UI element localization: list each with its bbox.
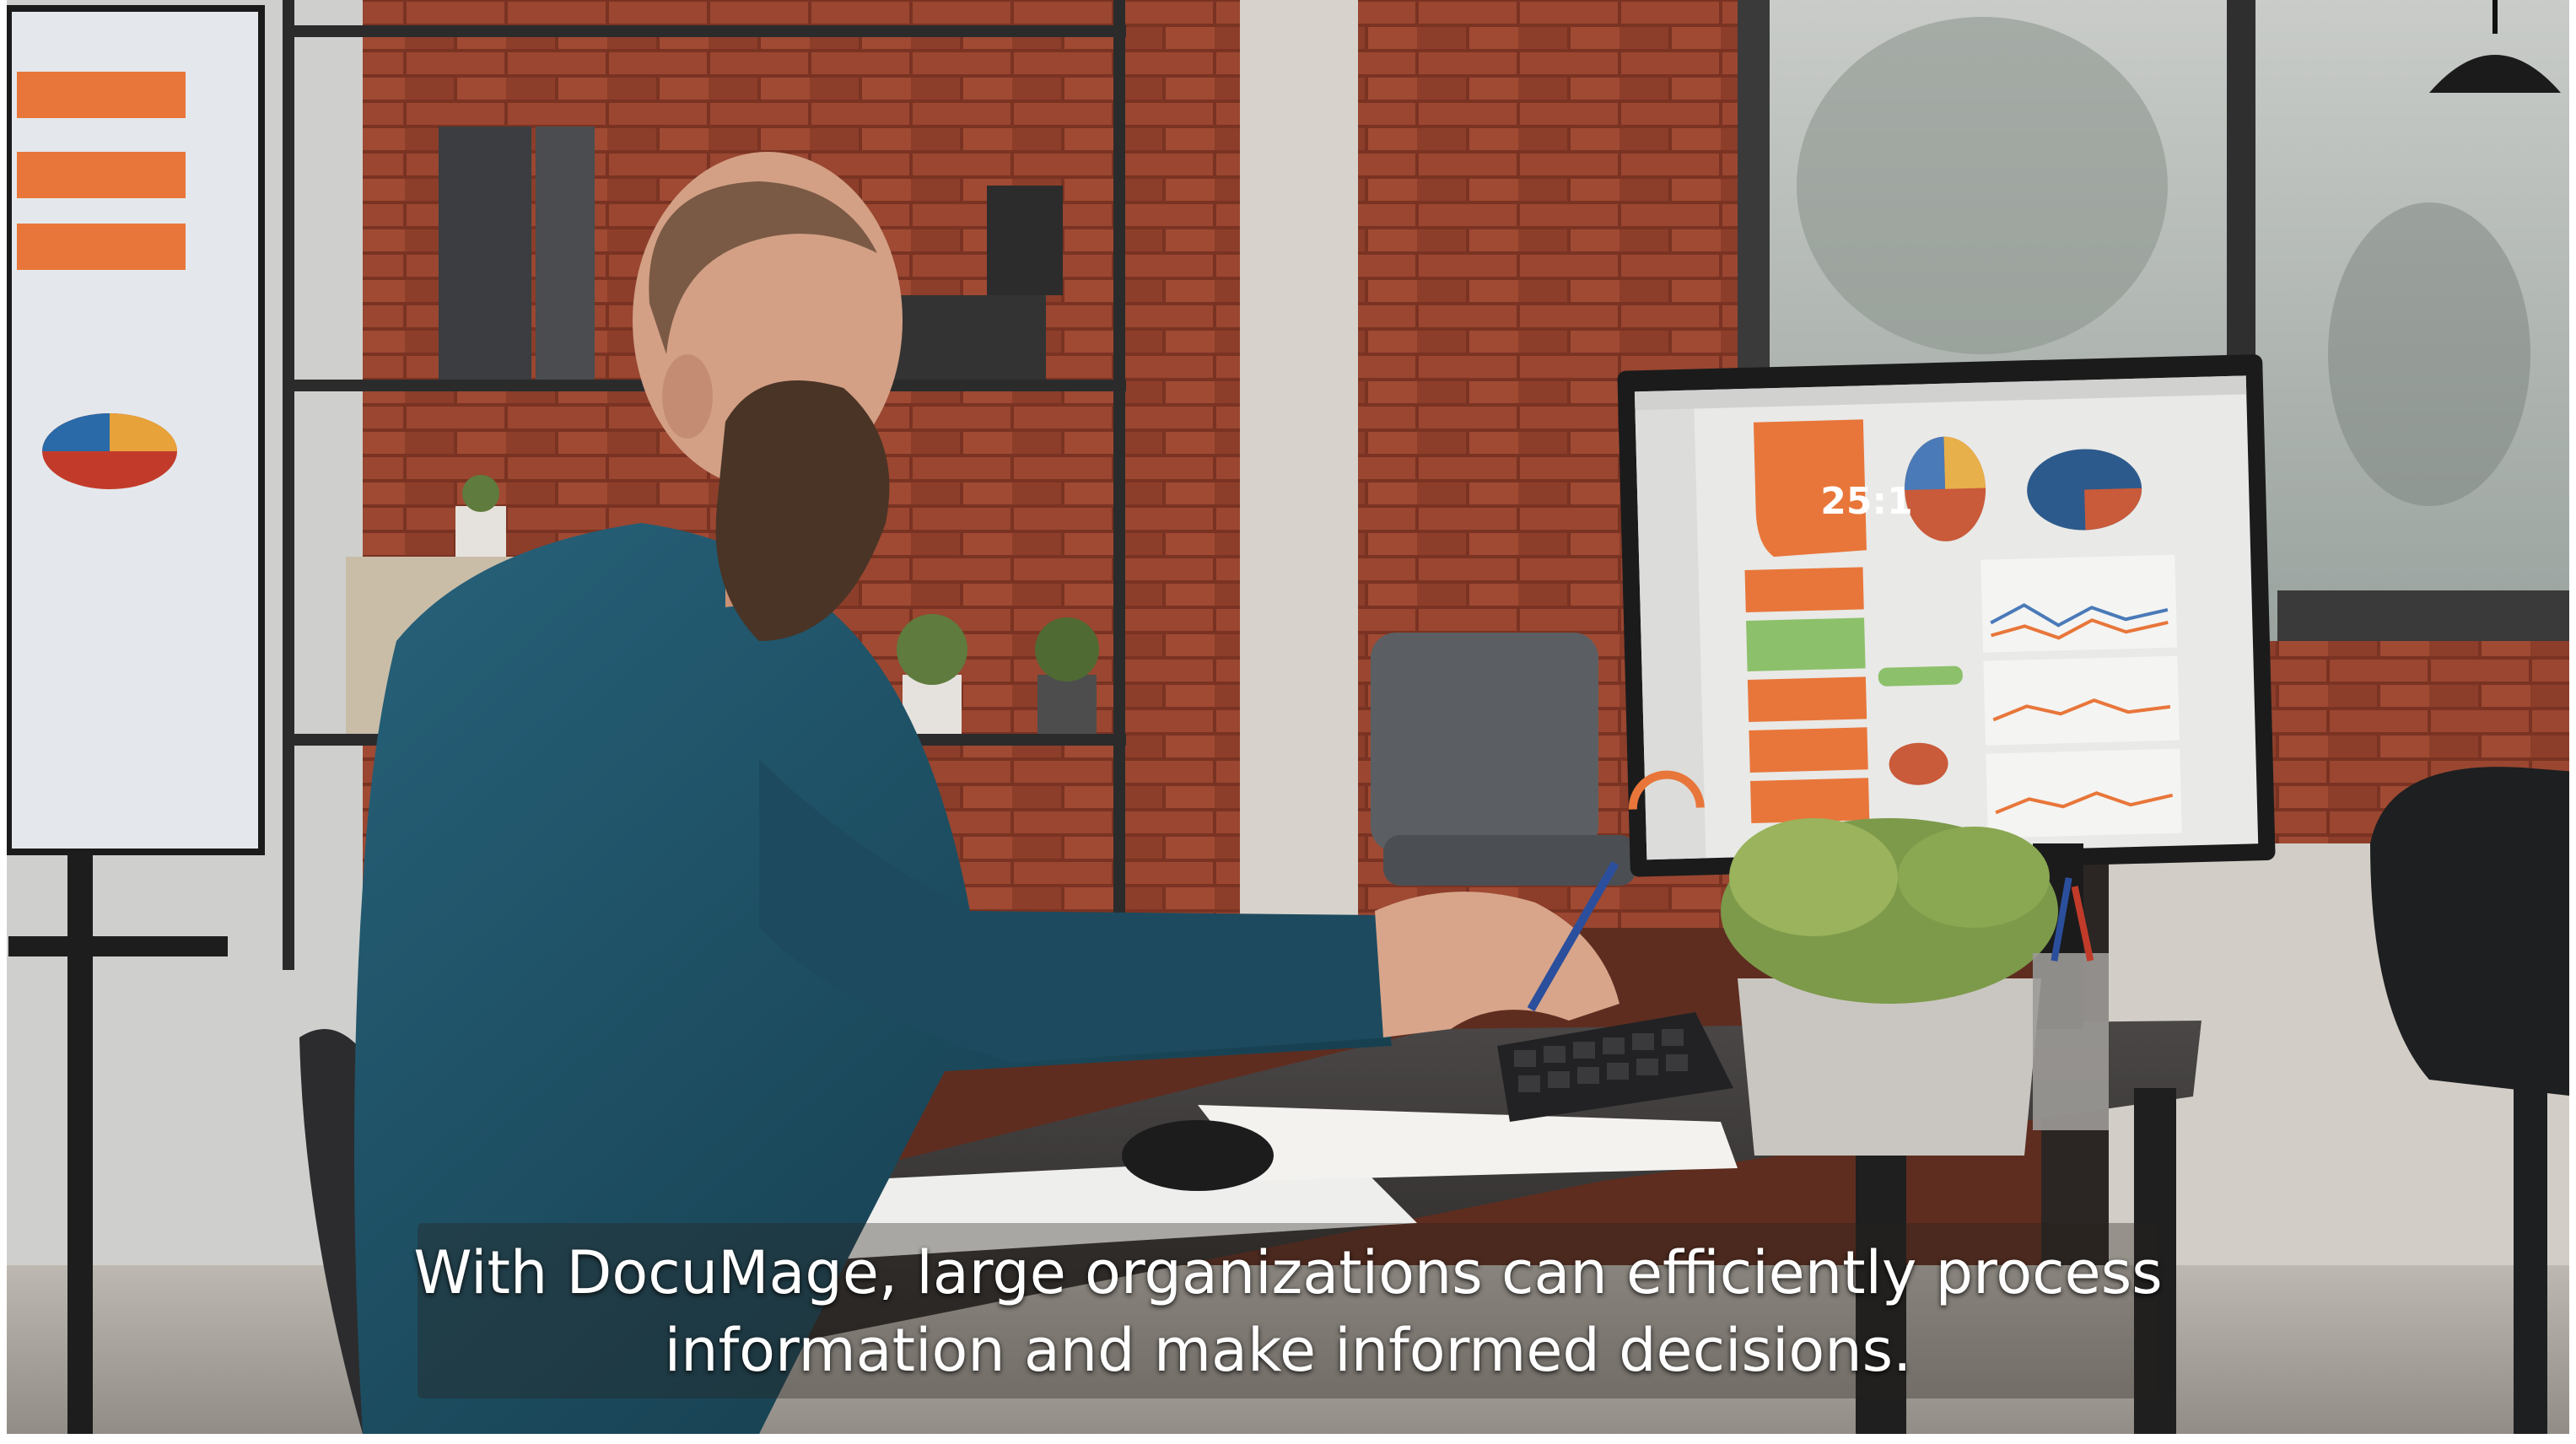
pen-holder [2033,953,2109,1130]
dash-line-card [1981,554,2178,653]
box [877,295,1046,380]
shelf [283,25,1126,37]
plant-foliage [1729,818,1898,936]
subtitle-line-2: information and make informed decisions. [664,1316,1912,1385]
tree-blur [1797,17,2168,354]
bottom-border [0,1434,2576,1444]
board-bar [17,224,186,270]
binder [439,127,531,380]
dash-line-card [1983,655,2180,746]
bg-chair-seat [1383,835,1636,886]
small-pot [1037,675,1097,734]
dash-line-card [1986,748,2182,838]
plant-pot [1738,978,2041,1156]
mouse [1122,1120,1274,1191]
shelf-post [1113,0,1125,970]
video-subtitle: With DocuMage, large organizations can e… [0,1215,2576,1409]
board-bar [17,72,186,118]
board-stand-bar [8,936,228,956]
bg-chair-back [1371,633,1598,852]
plant-foliage [1898,827,2050,928]
dash-bar [1746,617,1866,672]
small-plant [897,614,967,685]
dash-bar [1747,676,1867,722]
person-ear [662,354,713,439]
small-plant [462,475,499,512]
dash-bar [1750,778,1870,823]
dash-green-pill [1878,665,1963,687]
subtitle-line-1: With DocuMage, large organizations can e… [413,1238,2163,1307]
small-plant [1035,617,1099,682]
monitor-ratio-label: 25:1 [1820,480,1913,523]
pillar [1240,0,1358,945]
shelf-post [283,0,294,970]
lamp-cord [2492,0,2498,34]
small-pot [455,506,506,557]
tree-blur [2328,202,2530,506]
dash-bar [1744,567,1864,613]
dash-bar [1749,727,1868,773]
board-bar [17,152,186,198]
binder [536,127,595,380]
bottle [987,186,1063,295]
window-sill [2277,590,2576,641]
